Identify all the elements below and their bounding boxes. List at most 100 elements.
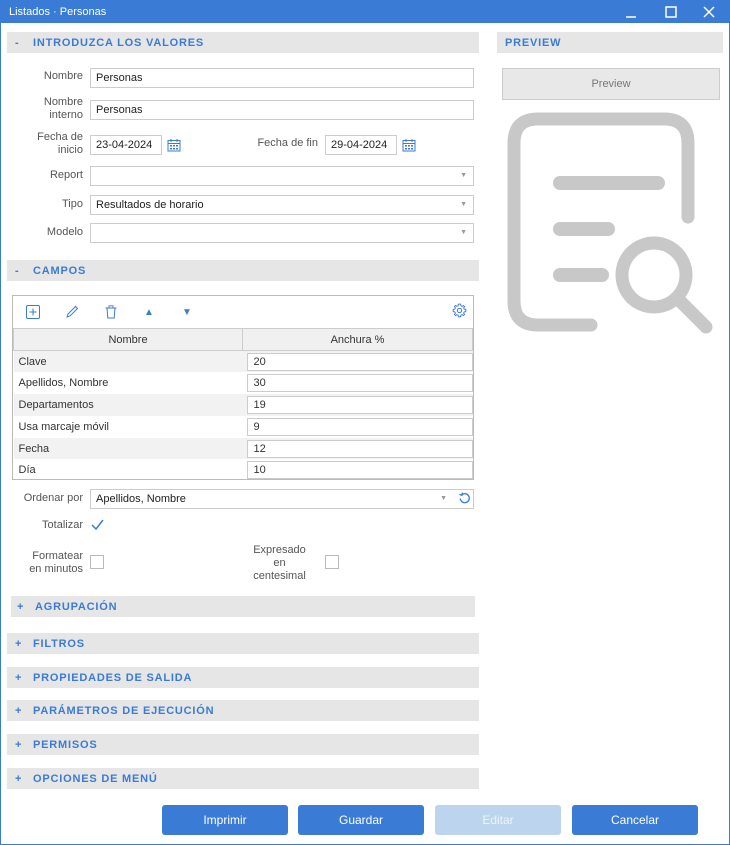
grid-settings-button[interactable] — [451, 302, 467, 318]
close-icon — [703, 6, 715, 18]
tipo-value: Resultados de horario — [96, 199, 204, 211]
expresado-label: Expresado en centesimal — [241, 544, 318, 583]
nombre-field[interactable]: Personas — [90, 68, 474, 88]
cell-nombre: Clave — [13, 350, 243, 373]
cancelar-button[interactable]: Cancelar — [572, 805, 698, 835]
minimize-button[interactable] — [613, 1, 649, 23]
calendar-icon[interactable] — [402, 138, 416, 152]
report-select[interactable]: ▼ — [90, 166, 474, 186]
move-down-button[interactable]: ▼ — [179, 304, 195, 320]
maximize-button[interactable] — [653, 1, 689, 23]
cell-width-input[interactable]: 19 — [246, 395, 473, 414]
close-button[interactable] — [691, 1, 727, 23]
table-row[interactable]: Usa marcaje móvil 9 — [14, 416, 473, 438]
calendar-icon[interactable] — [167, 138, 181, 152]
cell-width-input[interactable]: 10 — [246, 461, 473, 480]
tipo-select[interactable]: Resultados de horario ▼ — [90, 195, 474, 215]
dropdown-arrow-icon: ▼ — [460, 229, 467, 236]
imprimir-button[interactable]: Imprimir — [162, 805, 288, 835]
section-propiedades-label: PROPIEDADES DE SALIDA — [33, 671, 193, 684]
cell-nombre: Usa marcaje móvil — [18, 420, 109, 433]
expresado-checkbox[interactable] — [325, 555, 339, 569]
table-row[interactable]: Fecha 12 — [13, 437, 473, 460]
fecha-inicio-label-line1: Fecha de — [37, 131, 83, 143]
fecha-fin-field[interactable]: 29-04-2024 — [325, 135, 397, 155]
section-campos-header[interactable]: - CAMPOS — [7, 260, 479, 281]
gear-icon — [452, 303, 466, 317]
expresado-label-line3: centesimal — [253, 570, 306, 582]
section-campos-label: CAMPOS — [33, 264, 87, 277]
nombre-interno-label-line1: Nombre — [43, 96, 83, 108]
editar-button[interactable]: Editar — [435, 805, 561, 835]
formatear-checkbox[interactable] — [90, 555, 104, 569]
trash-icon — [105, 305, 117, 319]
section-propiedades-header[interactable]: + PROPIEDADES DE SALIDA — [7, 667, 479, 688]
preview-button[interactable]: Preview — [502, 68, 720, 100]
totalizar-checkbox[interactable] — [90, 517, 105, 532]
cell-width-input[interactable]: 9 — [246, 417, 473, 436]
section-agrupacion-label: AGRUPACIÓN — [35, 600, 118, 613]
column-header-nombre[interactable]: Nombre — [13, 328, 243, 351]
section-opciones-header[interactable]: + OPCIONES DE MENÚ — [7, 768, 479, 789]
fecha-fin-label: Fecha de fin — [257, 137, 318, 149]
section-valores-label: INTRODUZCA LOS VALORES — [33, 36, 204, 49]
collapse-sign: - — [15, 264, 20, 277]
edit-field-button[interactable] — [64, 304, 80, 320]
ordenar-select[interactable]: Apellidos, Nombre ▼ — [90, 489, 474, 509]
table-row[interactable]: Día 10 — [14, 459, 473, 481]
fecha-inicio-label: Fecha de inicio — [11, 131, 83, 157]
minimize-icon — [626, 16, 636, 18]
section-filtros-header[interactable]: + FILTROS — [7, 633, 479, 654]
table-row[interactable]: Apellidos, Nombre 30 — [14, 372, 473, 394]
section-agrupacion-header[interactable]: + AGRUPACIÓN — [11, 596, 475, 617]
ordenar-value: Apellidos, Nombre — [96, 493, 186, 505]
expresado-label-line2: en — [273, 557, 286, 569]
cell-nombre: Día — [18, 464, 36, 477]
dropdown-arrow-icon: ▼ — [460, 201, 467, 208]
expresado-label-line1: Expresado — [253, 544, 306, 556]
ordenar-label: Ordenar por — [23, 492, 83, 504]
nombre-label: Nombre — [43, 70, 83, 82]
fecha-inicio-field[interactable]: 23-04-2024 — [90, 135, 162, 155]
section-filtros-label: FILTROS — [33, 637, 85, 650]
totalizar-label: Totalizar — [42, 519, 83, 531]
formatear-label-line1: Formatear — [32, 550, 83, 562]
section-parametros-header[interactable]: + PARÁMETROS DE EJECUCIÓN — [7, 700, 479, 721]
nombre-interno-field[interactable]: Personas — [90, 100, 474, 120]
cell-nombre: Apellidos, Nombre — [18, 377, 109, 390]
section-parametros-label: PARÁMETROS DE EJECUCIÓN — [33, 704, 215, 717]
expand-sign: + — [15, 772, 23, 785]
cell-width-input[interactable]: 12 — [246, 439, 473, 458]
expand-sign: + — [15, 704, 23, 717]
add-icon — [26, 305, 40, 319]
listados-window: Listados · Personas - INTRODUZCA LOS VAL… — [0, 0, 730, 845]
cell-width-input[interactable]: 20 — [246, 352, 473, 371]
reset-order-icon[interactable] — [457, 491, 472, 506]
campos-grid: ▲ ▼ Nombre Anchura % Clave 20 Apellidos,… — [12, 295, 474, 480]
tipo-label: Tipo — [62, 198, 83, 210]
report-label: Report — [49, 169, 83, 181]
guardar-button[interactable]: Guardar — [298, 805, 424, 835]
delete-field-button[interactable] — [103, 304, 119, 320]
nombre-interno-label: Nombre interno — [11, 96, 83, 122]
checkmark-icon — [91, 519, 104, 531]
expand-sign: + — [15, 671, 23, 684]
title-bar: Listados · Personas — [1, 1, 729, 23]
expand-sign: + — [17, 600, 25, 613]
cell-width-input[interactable]: 30 — [246, 374, 473, 393]
move-up-button[interactable]: ▲ — [141, 304, 157, 320]
table-row[interactable]: Departamentos 19 — [13, 394, 473, 416]
section-opciones-label: OPCIONES DE MENÚ — [33, 772, 158, 785]
dropdown-arrow-icon: ▼ — [440, 495, 447, 502]
maximize-icon — [665, 6, 677, 18]
table-row[interactable]: Clave 20 — [13, 350, 473, 373]
cell-nombre: Fecha — [13, 437, 243, 460]
column-header-anchura[interactable]: Anchura % — [242, 328, 473, 351]
section-valores-header[interactable]: - INTRODUZCA LOS VALORES — [7, 32, 479, 53]
nombre-interno-label-line2: interno — [49, 109, 83, 121]
modelo-select[interactable]: ▼ — [90, 223, 474, 243]
section-preview-header: PREVIEW — [497, 32, 723, 53]
collapse-sign: - — [15, 36, 20, 49]
add-field-button[interactable] — [25, 304, 41, 320]
section-permisos-header[interactable]: + PERMISOS — [7, 734, 479, 755]
